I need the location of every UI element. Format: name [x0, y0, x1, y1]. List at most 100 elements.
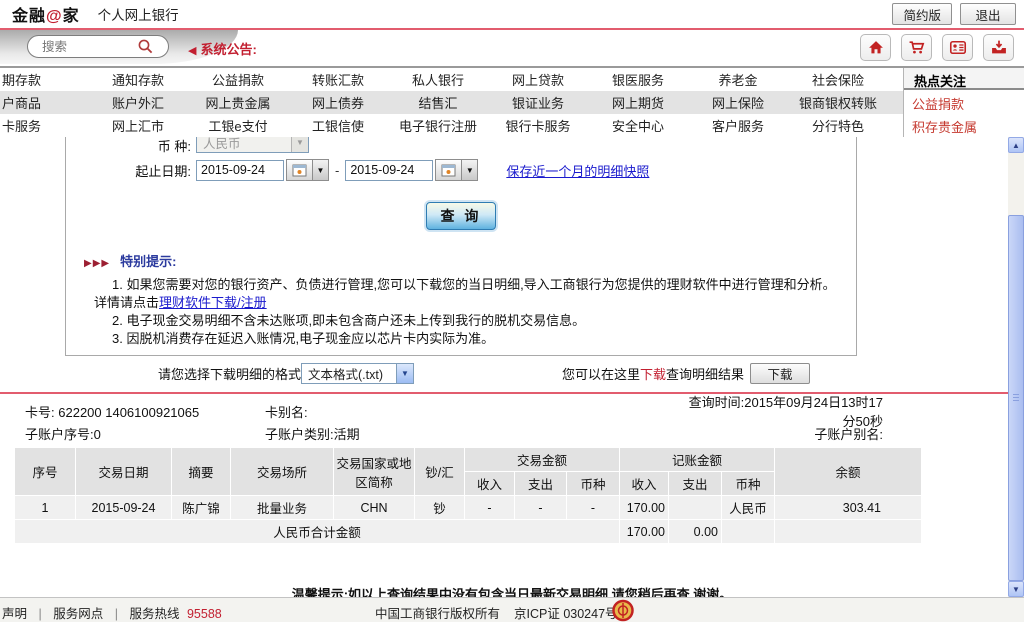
cell-book-expense — [669, 496, 721, 519]
hot-link-charity[interactable]: 公益捐款 — [904, 90, 1024, 113]
nav-item-futures[interactable]: 网上期货 — [588, 93, 688, 112]
table-header-row-1: 序号 交易日期 摘要 交易场所 交易国家或地区简称 钞/汇 交易金额 记账金额 … — [15, 448, 921, 471]
currency-select[interactable]: 人民币 ▼ — [196, 137, 309, 153]
search-input[interactable] — [42, 40, 137, 54]
nav-item-card-service[interactable]: 卡服务 — [0, 116, 88, 135]
nav-item-charity-donation[interactable]: 公益捐款 — [188, 70, 288, 89]
currency-label: 币 种: — [66, 137, 191, 153]
hot-topics-title: 热点关注 — [904, 68, 1024, 90]
col-seq: 序号 — [15, 448, 75, 495]
cell-place: 批量业务 — [231, 496, 333, 519]
nav-item-customer-service[interactable]: 客户服务 — [688, 116, 788, 135]
nav-item-bank-merchant-transfer[interactable]: 银商银权转账 — [788, 93, 888, 112]
date-to-calendar-button[interactable] — [435, 159, 462, 181]
cell-country: CHN — [334, 496, 414, 519]
cell-cash-remit: 钞 — [415, 496, 464, 519]
main-navigation: 期存款 通知存款 公益捐款 转账汇款 私人银行 网上贷款 银医服务 养老金 社会… — [0, 66, 1024, 137]
nav-item-social-insurance[interactable]: 社会保险 — [788, 70, 888, 89]
query-button[interactable]: 查 询 — [426, 202, 496, 230]
cell-seq: 1 — [15, 496, 75, 519]
col-place: 交易场所 — [231, 448, 333, 495]
col-book-income: 收入 — [620, 472, 668, 495]
nav-item-private-banking[interactable]: 私人银行 — [388, 70, 488, 89]
tip-item-1: 1. 如果您需要对您的银行资产、负债进行管理,您可以下载您的当日明细,导入工商银… — [94, 276, 848, 312]
nav-item-transfer-remit[interactable]: 转账汇款 — [288, 70, 388, 89]
inbox-download-button[interactable] — [983, 34, 1014, 61]
nav-item-securities[interactable]: 银证业务 — [488, 93, 588, 112]
nav-item-ebank-register[interactable]: 电子银行注册 — [388, 116, 488, 135]
search-box[interactable] — [27, 35, 169, 58]
query-form-box: 币 种: 人民币 ▼ 起止日期: ▼ - ▼ 保存近一个月的明细快照 — [65, 137, 857, 356]
download-format-select[interactable]: 文本格式(.txt) ▼ — [301, 363, 414, 384]
simple-version-button[interactable]: 简约版 — [892, 3, 952, 25]
footer-links: 声明 | 服务网点 | 服务热线 95588 — [2, 603, 222, 622]
nav-row-1: 期存款 通知存款 公益捐款 转账汇款 私人银行 网上贷款 银医服务 养老金 社会… — [0, 68, 903, 91]
col-txn-expense: 支出 — [515, 472, 566, 495]
footer-link-branches[interactable]: 服务网点 — [53, 607, 103, 621]
nav-item-precious-metal[interactable]: 网上贵金属 — [188, 93, 288, 112]
col-date: 交易日期 — [76, 448, 171, 495]
col-group-booked-amount: 记账金额 — [620, 448, 774, 471]
download-button[interactable]: 下载 — [750, 363, 810, 384]
col-cash-remit: 钞/汇 — [415, 448, 464, 495]
date-range-row: 起止日期: ▼ - ▼ 保存近一个月的明细快照 — [66, 159, 856, 181]
at-mark: @ — [46, 8, 63, 25]
footer-link-statement[interactable]: 声明 — [2, 607, 27, 621]
date-from-dropdown-arrow[interactable]: ▼ — [313, 159, 329, 181]
nav-item-fx-settlement[interactable]: 结售汇 — [388, 93, 488, 112]
scroll-up-button[interactable]: ▲ — [1008, 137, 1024, 153]
nav-item-branch-features[interactable]: 分行特色 — [788, 116, 888, 135]
save-month-snapshot-link[interactable]: 保存近一个月的明细快照 — [506, 161, 649, 180]
cell-date: 2015-09-24 — [76, 496, 171, 519]
tip-item-3: 3. 因脱机消费存在延迟入账情况,电子现金应以芯片卡内实际为准。 — [94, 330, 848, 348]
cell-balance: 303.41 — [775, 496, 921, 519]
nav-item-fx-market[interactable]: 网上汇市 — [88, 116, 188, 135]
home-button[interactable] — [860, 34, 891, 61]
search-icon[interactable] — [137, 38, 154, 55]
nav-item-account-products[interactable]: 户商品 — [0, 93, 88, 112]
cell-txn-expense: - — [515, 496, 566, 519]
contacts-button[interactable] — [942, 34, 973, 61]
nav-item-online-bonds[interactable]: 网上债券 — [288, 93, 388, 112]
inbox-icon — [990, 39, 1008, 56]
logout-button[interactable]: 退出 — [960, 3, 1016, 25]
nav-item-insurance[interactable]: 网上保险 — [688, 93, 788, 112]
nav-item-online-loan[interactable]: 网上贷款 — [488, 70, 588, 89]
date-from-input[interactable] — [196, 160, 284, 181]
hot-link-gold-accumulation[interactable]: 积存贵金属 — [904, 113, 1024, 136]
main-content: 币 种: 人民币 ▼ 起止日期: ▼ - ▼ 保存近一个月的明细快照 — [0, 137, 1024, 597]
date-to-input[interactable] — [345, 160, 433, 181]
shopping-cart-button[interactable] — [901, 34, 932, 61]
special-tips-title: 特别提示: — [120, 254, 176, 269]
transaction-table: 序号 交易日期 摘要 交易场所 交易国家或地区简称 钞/汇 交易金额 记账金额 … — [14, 447, 922, 544]
nav-item-fixed-deposit[interactable]: 期存款 — [0, 70, 88, 89]
cart-icon — [908, 39, 926, 56]
download-hint: 您可以在这里下载查询明细结果 — [562, 364, 744, 383]
scrollbar-thumb[interactable] — [1008, 215, 1024, 581]
nav-item-icbc-messenger[interactable]: 工银信使 — [288, 116, 388, 135]
bank-logo: 金融@家 — [12, 2, 80, 26]
sub-account-seq: 子账户序号:0 — [25, 424, 265, 443]
nav-item-pension[interactable]: 养老金 — [688, 70, 788, 89]
date-to-dropdown-arrow[interactable]: ▼ — [462, 159, 478, 181]
col-txn-currency: 币种 — [567, 472, 619, 495]
nav-item-security-center[interactable]: 安全中心 — [588, 116, 688, 135]
nav-item-bank-card-service[interactable]: 银行卡服务 — [488, 116, 588, 135]
col-country: 交易国家或地区简称 — [334, 448, 414, 495]
footer-hotline-number: 95588 — [187, 607, 222, 621]
icbc-personal-banking-page: 金融@家 个人网上银行 简约版 退出 ◀系统公告: — [0, 0, 1024, 622]
nav-item-account-forex[interactable]: 账户外汇 — [88, 93, 188, 112]
nav-row-3: 卡服务 网上汇市 工银e支付 工银信使 电子银行注册 银行卡服务 安全中心 客户… — [0, 114, 903, 137]
nav-item-bank-medical[interactable]: 银医服务 — [588, 70, 688, 89]
sub-account-type: 子账户类别:活期 — [265, 424, 685, 443]
footer: 声明 | 服务网点 | 服务热线 95588 中国工商银行版权所有京ICP证 0… — [0, 597, 1024, 622]
security-badge-icon — [612, 599, 634, 622]
nav-item-notice-deposit[interactable]: 通知存款 — [88, 70, 188, 89]
total-currency-empty — [722, 520, 774, 543]
scroll-down-button[interactable]: ▼ — [1008, 581, 1024, 597]
finance-software-download-link[interactable]: 理财软件下载/注册 — [159, 295, 267, 310]
vertical-scrollbar[interactable]: ▲ ▼ — [1008, 137, 1024, 597]
date-from-calendar-button[interactable] — [286, 159, 313, 181]
footer-hotline-label: 服务热线 — [129, 607, 179, 621]
nav-item-icbc-epay[interactable]: 工银e支付 — [188, 116, 288, 135]
